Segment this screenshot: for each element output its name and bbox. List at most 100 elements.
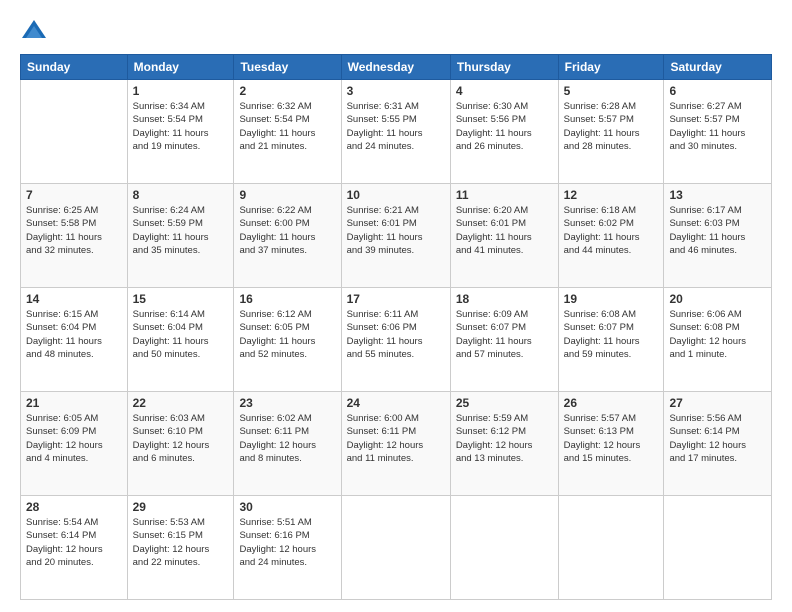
day-number: 16	[239, 292, 335, 306]
day-of-week-monday: Monday	[127, 55, 234, 80]
calendar-header: SundayMondayTuesdayWednesdayThursdayFrid…	[21, 55, 772, 80]
day-number: 10	[347, 188, 445, 202]
day-info: Sunrise: 6:18 AM Sunset: 6:02 PM Dayligh…	[564, 204, 659, 257]
calendar-cell: 4 Sunrise: 6:30 AM Sunset: 5:56 PM Daylig…	[450, 80, 558, 184]
day-of-week-tuesday: Tuesday	[234, 55, 341, 80]
day-number: 4	[456, 84, 553, 98]
day-info: Sunrise: 6:21 AM Sunset: 6:01 PM Dayligh…	[347, 204, 445, 257]
day-number: 3	[347, 84, 445, 98]
calendar-cell: 25 Sunrise: 5:59 AM Sunset: 6:12 PM Dayli…	[450, 392, 558, 496]
day-info: Sunrise: 6:12 AM Sunset: 6:05 PM Dayligh…	[239, 308, 335, 361]
calendar-cell: 2 Sunrise: 6:32 AM Sunset: 5:54 PM Daylig…	[234, 80, 341, 184]
day-number: 14	[26, 292, 122, 306]
calendar-cell: 30 Sunrise: 5:51 AM Sunset: 6:16 PM Dayli…	[234, 496, 341, 600]
week-row-1: 1 Sunrise: 6:34 AM Sunset: 5:54 PM Daylig…	[21, 80, 772, 184]
calendar-cell	[341, 496, 450, 600]
calendar-cell: 1 Sunrise: 6:34 AM Sunset: 5:54 PM Daylig…	[127, 80, 234, 184]
day-info: Sunrise: 6:28 AM Sunset: 5:57 PM Dayligh…	[564, 100, 659, 153]
day-info: Sunrise: 6:05 AM Sunset: 6:09 PM Dayligh…	[26, 412, 122, 465]
day-number: 26	[564, 396, 659, 410]
day-number: 22	[133, 396, 229, 410]
day-of-week-friday: Friday	[558, 55, 664, 80]
calendar-cell: 28 Sunrise: 5:54 AM Sunset: 6:14 PM Dayli…	[21, 496, 128, 600]
calendar-cell: 21 Sunrise: 6:05 AM Sunset: 6:09 PM Dayli…	[21, 392, 128, 496]
day-number: 8	[133, 188, 229, 202]
calendar-body: 1 Sunrise: 6:34 AM Sunset: 5:54 PM Daylig…	[21, 80, 772, 600]
day-number: 30	[239, 500, 335, 514]
calendar-cell: 16 Sunrise: 6:12 AM Sunset: 6:05 PM Dayli…	[234, 288, 341, 392]
day-info: Sunrise: 6:03 AM Sunset: 6:10 PM Dayligh…	[133, 412, 229, 465]
day-number: 27	[669, 396, 766, 410]
day-number: 7	[26, 188, 122, 202]
calendar-cell: 3 Sunrise: 6:31 AM Sunset: 5:55 PM Daylig…	[341, 80, 450, 184]
day-info: Sunrise: 6:06 AM Sunset: 6:08 PM Dayligh…	[669, 308, 766, 361]
day-number: 9	[239, 188, 335, 202]
day-info: Sunrise: 6:32 AM Sunset: 5:54 PM Dayligh…	[239, 100, 335, 153]
day-number: 13	[669, 188, 766, 202]
day-info: Sunrise: 6:24 AM Sunset: 5:59 PM Dayligh…	[133, 204, 229, 257]
day-number: 1	[133, 84, 229, 98]
calendar-cell: 26 Sunrise: 5:57 AM Sunset: 6:13 PM Dayli…	[558, 392, 664, 496]
calendar-cell: 17 Sunrise: 6:11 AM Sunset: 6:06 PM Dayli…	[341, 288, 450, 392]
calendar-cell: 11Sunrise: 6:20 AM Sunset: 6:01 PM Dayli…	[450, 184, 558, 288]
day-info: Sunrise: 5:53 AM Sunset: 6:15 PM Dayligh…	[133, 516, 229, 569]
day-of-week-saturday: Saturday	[664, 55, 772, 80]
day-of-week-sunday: Sunday	[21, 55, 128, 80]
calendar-cell: 9Sunrise: 6:22 AM Sunset: 6:00 PM Daylig…	[234, 184, 341, 288]
day-info: Sunrise: 6:02 AM Sunset: 6:11 PM Dayligh…	[239, 412, 335, 465]
day-info: Sunrise: 6:30 AM Sunset: 5:56 PM Dayligh…	[456, 100, 553, 153]
day-info: Sunrise: 6:15 AM Sunset: 6:04 PM Dayligh…	[26, 308, 122, 361]
calendar-cell: 14 Sunrise: 6:15 AM Sunset: 6:04 PM Dayli…	[21, 288, 128, 392]
day-info: Sunrise: 6:11 AM Sunset: 6:06 PM Dayligh…	[347, 308, 445, 361]
day-info: Sunrise: 6:14 AM Sunset: 6:04 PM Dayligh…	[133, 308, 229, 361]
day-number: 24	[347, 396, 445, 410]
calendar-cell	[450, 496, 558, 600]
day-number: 18	[456, 292, 553, 306]
day-info: Sunrise: 6:09 AM Sunset: 6:07 PM Dayligh…	[456, 308, 553, 361]
day-number: 19	[564, 292, 659, 306]
day-info: Sunrise: 6:34 AM Sunset: 5:54 PM Dayligh…	[133, 100, 229, 153]
day-number: 29	[133, 500, 229, 514]
day-number: 5	[564, 84, 659, 98]
day-number: 2	[239, 84, 335, 98]
calendar-table: SundayMondayTuesdayWednesdayThursdayFrid…	[20, 54, 772, 600]
day-of-week-wednesday: Wednesday	[341, 55, 450, 80]
day-info: Sunrise: 6:17 AM Sunset: 6:03 PM Dayligh…	[669, 204, 766, 257]
calendar-cell: 12 Sunrise: 6:18 AM Sunset: 6:02 PM Dayli…	[558, 184, 664, 288]
day-number: 23	[239, 396, 335, 410]
calendar-cell: 13 Sunrise: 6:17 AM Sunset: 6:03 PM Dayli…	[664, 184, 772, 288]
header	[20, 16, 772, 44]
day-info: Sunrise: 5:57 AM Sunset: 6:13 PM Dayligh…	[564, 412, 659, 465]
day-number: 21	[26, 396, 122, 410]
calendar-cell: 7 Sunrise: 6:25 AM Sunset: 5:58 PM Daylig…	[21, 184, 128, 288]
calendar-cell	[664, 496, 772, 600]
day-info: Sunrise: 5:54 AM Sunset: 6:14 PM Dayligh…	[26, 516, 122, 569]
day-info: Sunrise: 6:31 AM Sunset: 5:55 PM Dayligh…	[347, 100, 445, 153]
week-row-4: 21 Sunrise: 6:05 AM Sunset: 6:09 PM Dayli…	[21, 392, 772, 496]
week-row-3: 14 Sunrise: 6:15 AM Sunset: 6:04 PM Dayli…	[21, 288, 772, 392]
day-number: 12	[564, 188, 659, 202]
day-number: 11	[456, 188, 553, 202]
day-number: 28	[26, 500, 122, 514]
day-number: 25	[456, 396, 553, 410]
day-number: 17	[347, 292, 445, 306]
week-row-2: 7 Sunrise: 6:25 AM Sunset: 5:58 PM Daylig…	[21, 184, 772, 288]
calendar-cell: 27 Sunrise: 5:56 AM Sunset: 6:14 PM Dayli…	[664, 392, 772, 496]
day-info: Sunrise: 6:27 AM Sunset: 5:57 PM Dayligh…	[669, 100, 766, 153]
calendar-cell: 15Sunrise: 6:14 AM Sunset: 6:04 PM Dayli…	[127, 288, 234, 392]
day-info: Sunrise: 5:56 AM Sunset: 6:14 PM Dayligh…	[669, 412, 766, 465]
week-row-5: 28 Sunrise: 5:54 AM Sunset: 6:14 PM Dayli…	[21, 496, 772, 600]
calendar-cell: 29 Sunrise: 5:53 AM Sunset: 6:15 PM Dayli…	[127, 496, 234, 600]
day-of-week-thursday: Thursday	[450, 55, 558, 80]
day-info: Sunrise: 6:25 AM Sunset: 5:58 PM Dayligh…	[26, 204, 122, 257]
calendar-cell: 6Sunrise: 6:27 AM Sunset: 5:57 PM Daylig…	[664, 80, 772, 184]
calendar-cell	[558, 496, 664, 600]
days-of-week-row: SundayMondayTuesdayWednesdayThursdayFrid…	[21, 55, 772, 80]
logo	[20, 16, 52, 44]
day-info: Sunrise: 5:59 AM Sunset: 6:12 PM Dayligh…	[456, 412, 553, 465]
day-info: Sunrise: 5:51 AM Sunset: 6:16 PM Dayligh…	[239, 516, 335, 569]
calendar-cell: 24Sunrise: 6:00 AM Sunset: 6:11 PM Dayli…	[341, 392, 450, 496]
calendar-cell: 20 Sunrise: 6:06 AM Sunset: 6:08 PM Dayli…	[664, 288, 772, 392]
calendar-cell: 8 Sunrise: 6:24 AM Sunset: 5:59 PM Daylig…	[127, 184, 234, 288]
day-number: 20	[669, 292, 766, 306]
